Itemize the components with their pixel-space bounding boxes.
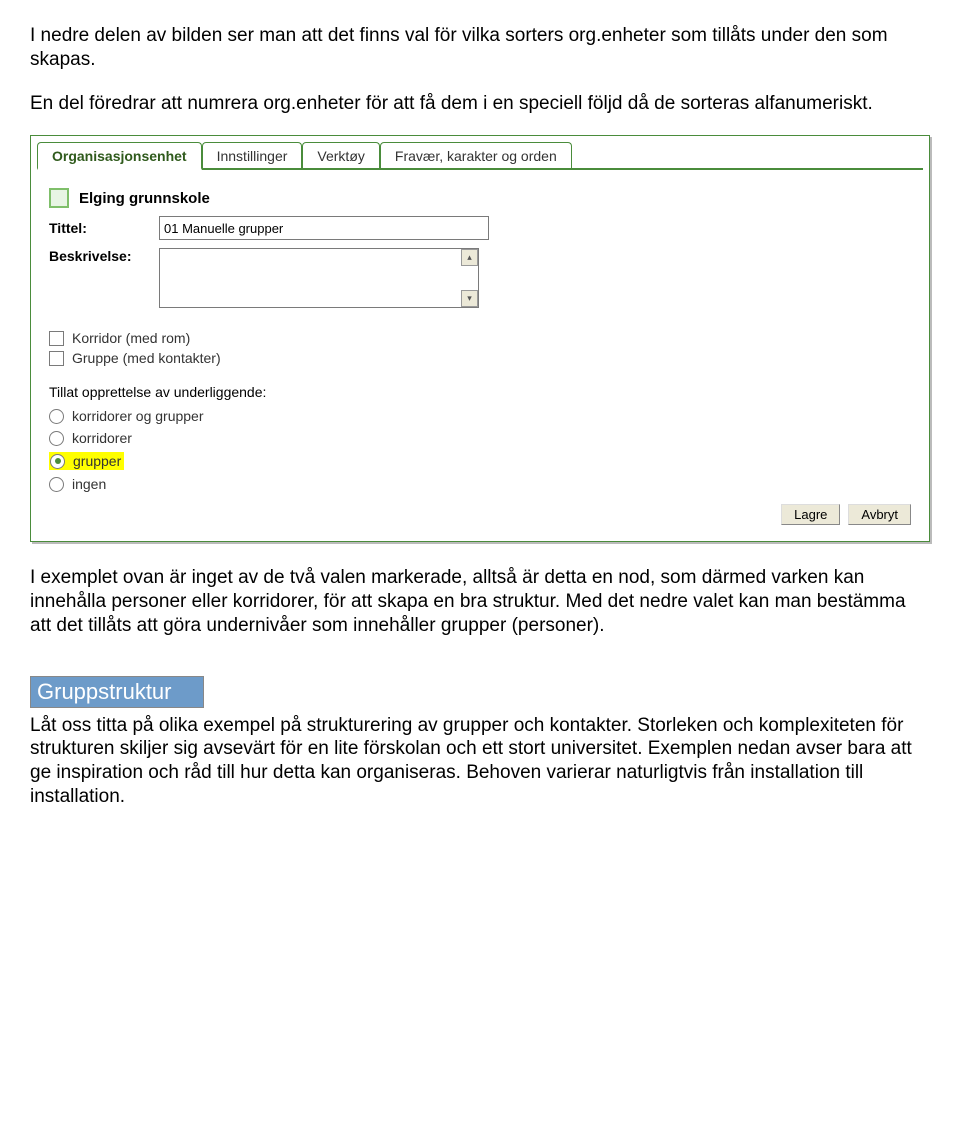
- title-input[interactable]: [159, 216, 489, 240]
- checkbox-gruppe[interactable]: Gruppe (med kontakter): [49, 350, 911, 366]
- radio-label-1: korridorer: [72, 430, 132, 446]
- radio-grupper[interactable]: grupper: [49, 452, 911, 470]
- org-unit-panel: Organisasjonsenhet Innstillinger Verktøy…: [30, 135, 930, 542]
- radio-label-2: grupper: [73, 453, 121, 469]
- radio-heading: Tillat opprettelse av underliggende:: [49, 384, 911, 400]
- intro-paragraph-1: I nedre delen av bilden ser man att det …: [30, 24, 930, 72]
- description-wrapper: ▴ ▾: [159, 248, 479, 308]
- checkbox-icon: [49, 351, 64, 366]
- radio-label-3: ingen: [72, 476, 106, 492]
- radio-label-0: korridorer og grupper: [72, 408, 204, 424]
- checkbox-gruppe-label: Gruppe (med kontakter): [72, 350, 221, 366]
- radio-korridorer-og-grupper[interactable]: korridorer og grupper: [49, 408, 911, 424]
- scroll-up-icon[interactable]: ▴: [461, 249, 478, 266]
- radio-highlight: grupper: [49, 452, 124, 470]
- explanation-paragraph: I exemplet ovan är inget av de två valen…: [30, 566, 930, 637]
- tab-verktoy[interactable]: Verktøy: [302, 142, 379, 168]
- checkbox-korridor[interactable]: Korridor (med rom): [49, 330, 911, 346]
- tab-fravaer[interactable]: Fravær, karakter og orden: [380, 142, 572, 168]
- org-name-row: Elging grunnskole: [49, 188, 911, 208]
- org-name: Elging grunnskole: [79, 190, 210, 207]
- description-label: Beskrivelse:: [49, 248, 159, 264]
- radio-icon: [49, 409, 64, 424]
- radio-ingen[interactable]: ingen: [49, 476, 911, 492]
- checkbox-icon: [49, 331, 64, 346]
- radio-icon: [50, 454, 65, 469]
- save-button[interactable]: Lagre: [781, 504, 840, 525]
- radio-dot-icon: [55, 458, 61, 464]
- button-row: Lagre Avbryt: [49, 504, 911, 525]
- scroll-down-icon[interactable]: ▾: [461, 290, 478, 307]
- title-label: Tittel:: [49, 220, 159, 236]
- gruppstruktur-paragraph: Låt oss titta på olika exempel på strukt…: [30, 714, 930, 809]
- section-heading-gruppstruktur: Gruppstruktur: [30, 676, 204, 708]
- title-row: Tittel:: [49, 216, 911, 240]
- checkbox-korridor-label: Korridor (med rom): [72, 330, 190, 346]
- intro-paragraph-2: En del föredrar att numrera org.enheter …: [30, 92, 930, 116]
- radio-korridorer[interactable]: korridorer: [49, 430, 911, 446]
- description-row: Beskrivelse: ▴ ▾: [49, 248, 911, 308]
- tab-innstillinger[interactable]: Innstillinger: [202, 142, 303, 168]
- tab-organisasjonsenhet[interactable]: Organisasjonsenhet: [37, 142, 202, 170]
- description-textarea[interactable]: [159, 248, 479, 308]
- radio-icon: [49, 431, 64, 446]
- org-unit-icon: [49, 188, 69, 208]
- panel-body: Elging grunnskole Tittel: Beskrivelse: ▴…: [37, 170, 923, 535]
- cancel-button[interactable]: Avbryt: [848, 504, 911, 525]
- tab-row: Organisasjonsenhet Innstillinger Verktøy…: [37, 142, 923, 170]
- radio-icon: [49, 477, 64, 492]
